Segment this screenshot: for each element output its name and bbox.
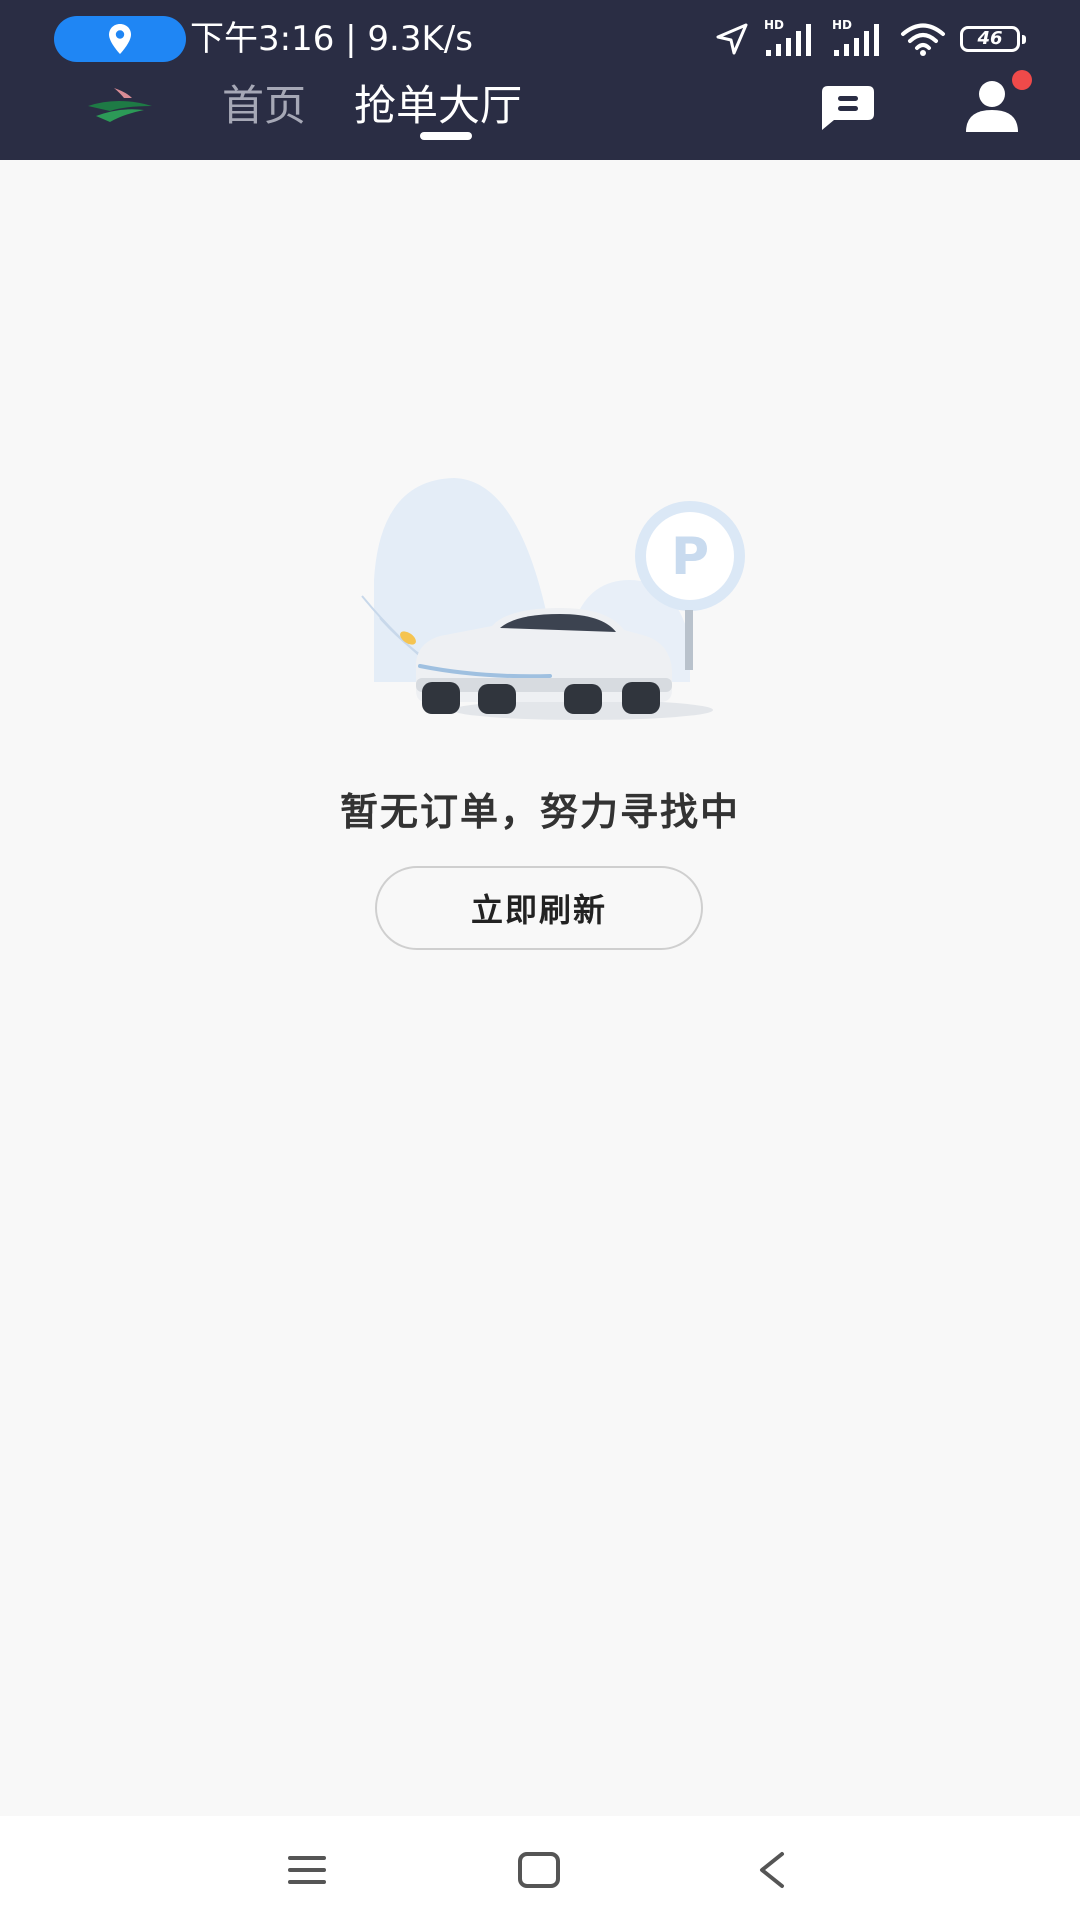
active-tab-indicator [420,132,472,140]
empty-state-message: 暂无订单，努力寻找中 [339,790,740,834]
profile-button[interactable] [962,70,1032,134]
top-nav: 首页 抢单大厅 [0,70,1080,160]
tab-home[interactable]: 首页 [222,78,306,134]
location-pin-icon [109,24,131,54]
status-icons: HD HD 46 [714,18,1026,60]
tab-order-hall[interactable]: 抢单大厅 [354,78,522,134]
refresh-button[interactable]: 立即刷新 [375,866,703,950]
battery-icon: 46 [960,26,1026,52]
app-logo-icon[interactable] [86,84,156,128]
car-parking-illustration: P [361,478,745,720]
signal-hd-icon: HD [764,18,818,60]
navigation-arrow-icon [716,23,748,55]
location-indicator[interactable] [54,16,186,62]
status-bar: 下午3:16 | 9.3K/s HD HD 46 [0,0,1080,78]
message-icon[interactable] [818,84,878,132]
home-square-icon[interactable] [514,1850,564,1890]
menu-icon[interactable] [282,1850,332,1890]
status-time-speed: 下午3:16 | 9.3K/s [190,19,473,59]
signal-hd-icon: HD [832,18,886,60]
svg-text:P: P [671,527,709,587]
wifi-icon [901,23,945,56]
system-navigation-bar [0,1816,1080,1920]
back-chevron-icon[interactable] [748,1850,798,1890]
battery-level: 46 [977,28,1003,49]
app-header: 下午3:16 | 9.3K/s HD HD 46 首页 抢单大厅 [0,0,1080,160]
notification-dot [1012,70,1032,90]
